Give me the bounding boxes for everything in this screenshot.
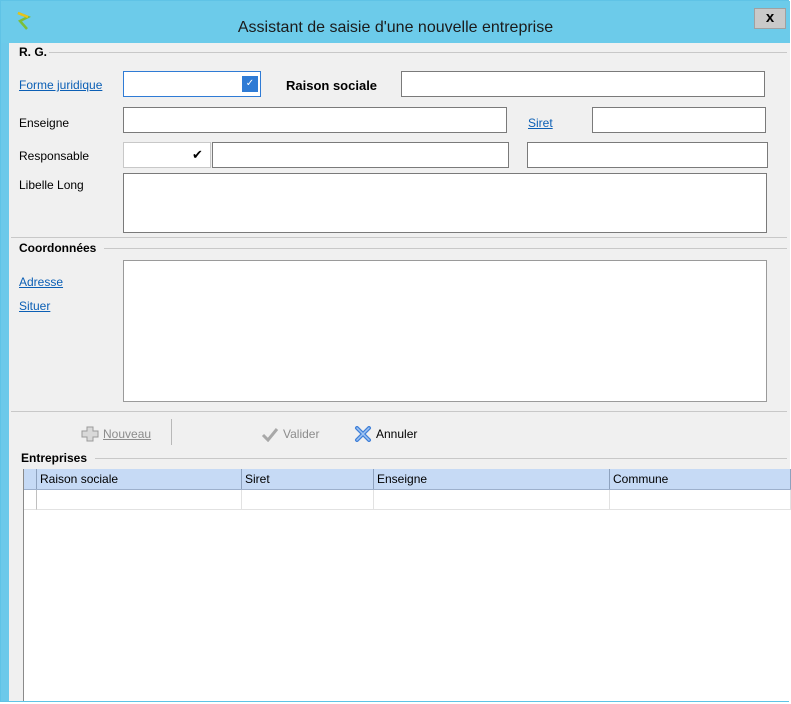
responsable-label: Responsable <box>19 149 90 163</box>
table-cell[interactable] <box>374 490 610 510</box>
responsable-nom-input[interactable] <box>212 142 509 168</box>
window-title: Assistant de saisie d'une nouvelle entre… <box>237 19 554 36</box>
chevron-down-icon[interactable]: ✓ <box>242 76 258 92</box>
close-button[interactable]: x <box>754 8 786 29</box>
coordonnees-group-title: Coordonnées <box>19 241 97 255</box>
raison-sociale-label: Raison sociale <box>286 78 378 93</box>
table-cell[interactable] <box>242 490 374 510</box>
responsable-prenom-input[interactable] <box>527 142 768 168</box>
enseigne-label: Enseigne <box>19 116 70 130</box>
coordonnees-group-divider <box>104 248 787 249</box>
row-selector[interactable] <box>24 490 37 510</box>
table-cell[interactable] <box>610 490 791 510</box>
situer-link[interactable]: Situer <box>19 299 50 313</box>
adresse-link[interactable]: Adresse <box>19 275 63 289</box>
column-header-enseigne[interactable]: Enseigne <box>374 469 610 489</box>
column-header-commune[interactable]: Commune <box>610 469 791 489</box>
siret-link[interactable]: Siret <box>528 116 553 130</box>
forme-juridique-select[interactable]: ✓ <box>123 71 261 97</box>
row-selector-header[interactable] <box>24 469 37 489</box>
libelle-long-textarea[interactable] <box>123 173 767 233</box>
title-bar[interactable]: Assistant de saisie d'une nouvelle entre… <box>1 1 790 43</box>
grid-header: Raison sociale Siret Enseigne Commune <box>24 469 791 490</box>
toolbar-divider <box>11 411 787 412</box>
siret-input[interactable] <box>592 107 766 133</box>
column-header-raison-sociale[interactable]: Raison sociale <box>37 469 242 489</box>
toolbar-separator <box>171 419 172 445</box>
plus-icon <box>81 426 99 442</box>
checkmark-icon <box>261 428 279 442</box>
chevron-down-icon[interactable]: ✔ <box>192 147 203 163</box>
cancel-x-icon <box>355 426 371 442</box>
responsable-civilite-select[interactable]: ✔ <box>123 142 211 168</box>
entreprises-grid[interactable]: Raison sociale Siret Enseigne Commune <box>23 469 791 701</box>
rg-group-title: R. G. <box>19 45 48 59</box>
address-textarea[interactable] <box>123 260 767 402</box>
enseigne-input[interactable] <box>123 107 507 133</box>
annuler-button[interactable]: Annuler <box>354 426 417 442</box>
table-cell[interactable] <box>37 490 242 510</box>
nouveau-button[interactable]: Nouveau <box>81 426 151 442</box>
forme-juridique-link[interactable]: Forme juridique <box>19 78 102 92</box>
libelle-long-label: Libelle Long <box>19 178 84 192</box>
entreprises-group-title: Entreprises <box>21 451 88 465</box>
raison-sociale-input[interactable] <box>401 71 765 97</box>
valider-button[interactable]: Valider <box>261 426 319 442</box>
coordonnees-top-divider <box>11 237 787 238</box>
column-header-siret[interactable]: Siret <box>242 469 374 489</box>
entreprises-group-divider <box>95 458 787 459</box>
rg-group-divider <box>49 52 787 53</box>
dialog-window: Assistant de saisie d'une nouvelle entre… <box>0 0 791 702</box>
